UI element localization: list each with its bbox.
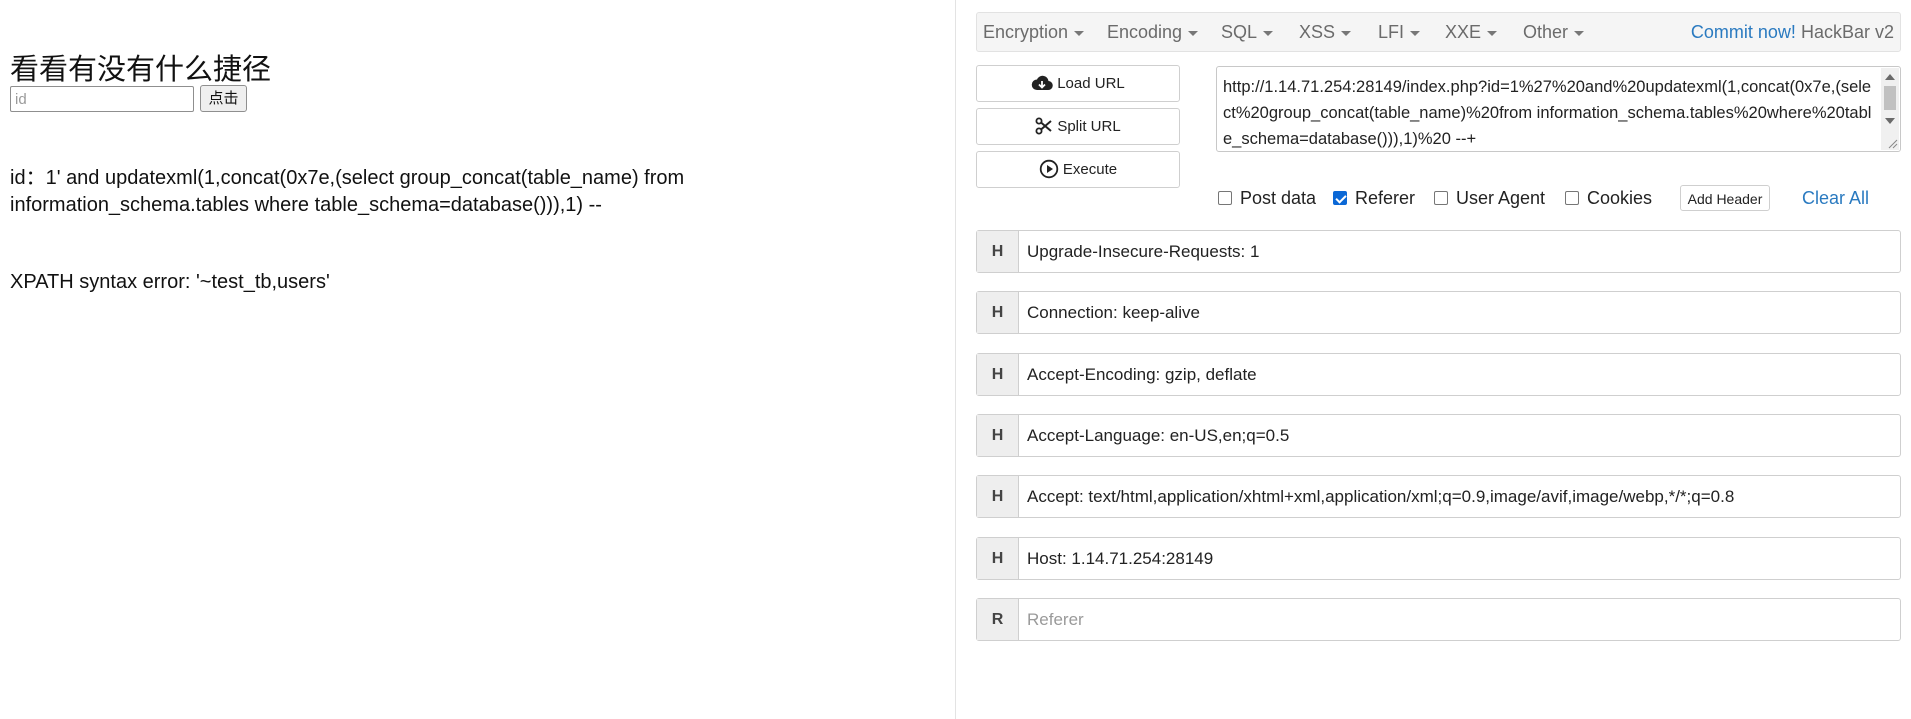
scroll-down-icon[interactable] [1885,118,1895,124]
caret-down-icon [1341,30,1352,36]
header-row: H Connection: keep-alive [976,291,1901,334]
menu-xxe-label: XXE [1445,22,1482,42]
clear-all-link[interactable]: Clear All [1802,187,1869,209]
resize-grip-icon[interactable] [1886,137,1898,149]
commit-now-link[interactable]: Commit now! [1691,22,1796,42]
execute-button[interactable]: Execute [976,151,1180,188]
scroll-up-icon[interactable] [1885,74,1895,80]
header-type-tag: H [977,292,1019,333]
header-value-field[interactable]: Host: 1.14.71.254:28149 [1027,538,1213,579]
post-data-option[interactable]: Post data [1218,187,1316,209]
load-url-label: Load URL [1057,75,1125,92]
user-agent-label: User Agent [1456,188,1546,208]
menu-sql-label: SQL [1221,22,1258,42]
header-value-field[interactable]: Accept-Language: en-US,en;q=0.5 [1027,415,1289,456]
header-row: H Accept-Encoding: gzip, deflate [976,353,1901,396]
post-data-checkbox[interactable] [1218,190,1232,205]
referer-option[interactable]: Referer [1333,187,1415,209]
cookies-checkbox[interactable] [1565,190,1579,205]
header-value-field[interactable]: Accept-Encoding: gzip, deflate [1027,354,1257,395]
play-circle-icon [1039,159,1059,178]
scissors-icon [1035,117,1052,135]
menu-encoding[interactable]: Encoding [1107,13,1199,51]
header-type-tag: H [977,354,1019,395]
menu-encoding-label: Encoding [1107,22,1183,42]
caret-down-icon [1574,30,1585,36]
load-url-button[interactable]: Load URL [976,65,1180,102]
header-row: H Upgrade-Insecure-Requests: 1 [976,230,1901,273]
header-type-tag: H [977,538,1019,579]
menu-sql[interactable]: SQL [1221,13,1274,51]
menu-encryption-label: Encryption [983,22,1069,42]
caret-down-icon [1074,30,1085,36]
menu-lfi-label: LFI [1378,22,1405,42]
referer-row: R Referer [976,598,1901,641]
post-data-label: Post data [1240,188,1317,208]
menubar-right: Commit now! HackBar v2 [1691,13,1894,51]
add-header-button[interactable]: Add Header [1680,185,1770,211]
hackbar-menubar: Encryption Encoding SQL XSS LFI XXE Othe… [976,12,1901,52]
menu-xss[interactable]: XSS [1299,13,1352,51]
header-value-field[interactable]: Connection: keep-alive [1027,292,1200,333]
execute-label: Execute [1062,161,1118,178]
header-value-field[interactable]: Upgrade-Insecure-Requests: 1 [1027,231,1259,272]
cloud-download-icon [1031,75,1053,90]
header-row: H Accept-Language: en-US,en;q=0.5 [976,414,1901,457]
caret-down-icon [1410,30,1421,36]
target-page: 看看有没有什么捷径 点击 id：1' and updatexml(1,conca… [0,0,955,719]
submit-button[interactable]: 点击 [200,85,247,112]
split-url-button[interactable]: Split URL [976,108,1180,145]
cookies-label: Cookies [1587,188,1653,208]
caret-down-icon [1188,30,1199,36]
user-agent-option[interactable]: User Agent [1434,187,1545,209]
referer-label: Referer [1355,188,1416,208]
menu-xxe[interactable]: XXE [1445,13,1498,51]
caret-down-icon [1487,30,1498,36]
header-value-field[interactable]: Accept: text/html,application/xhtml+xml,… [1027,476,1734,517]
url-value: http://1.14.71.254:28149/index.php?id=1%… [1223,78,1872,148]
page-title: 看看有没有什么捷径 [10,52,272,86]
menu-other[interactable]: Other [1523,13,1585,51]
error-message: XPATH syntax error: '~test_tb,users' [10,271,330,293]
menu-lfi[interactable]: LFI [1378,13,1421,51]
menu-xss-label: XSS [1299,22,1336,42]
header-row: H Host: 1.14.71.254:28149 [976,537,1901,580]
url-textarea[interactable]: http://1.14.71.254:28149/index.php?id=1%… [1216,66,1901,152]
user-agent-checkbox[interactable] [1434,190,1448,205]
caret-down-icon [1263,30,1274,36]
header-type-tag: H [977,476,1019,517]
referer-checkbox[interactable] [1333,190,1347,205]
cookies-option[interactable]: Cookies [1565,187,1652,209]
split-url-label: Split URL [1057,118,1121,135]
hackbar-brand: HackBar v2 [1800,22,1894,42]
menu-encryption[interactable]: Encryption [983,13,1085,51]
id-input[interactable] [10,86,194,112]
scroll-thumb[interactable] [1884,86,1896,110]
referer-type-tag: R [977,599,1019,640]
header-type-tag: H [977,415,1019,456]
header-type-tag: H [977,231,1019,272]
header-row: H Accept: text/html,application/xhtml+xm… [976,475,1901,518]
request-options: Post data Referer User Agent Cookies [0,187,1911,209]
menu-other-label: Other [1523,22,1569,42]
referer-input[interactable]: Referer [1027,599,1084,640]
